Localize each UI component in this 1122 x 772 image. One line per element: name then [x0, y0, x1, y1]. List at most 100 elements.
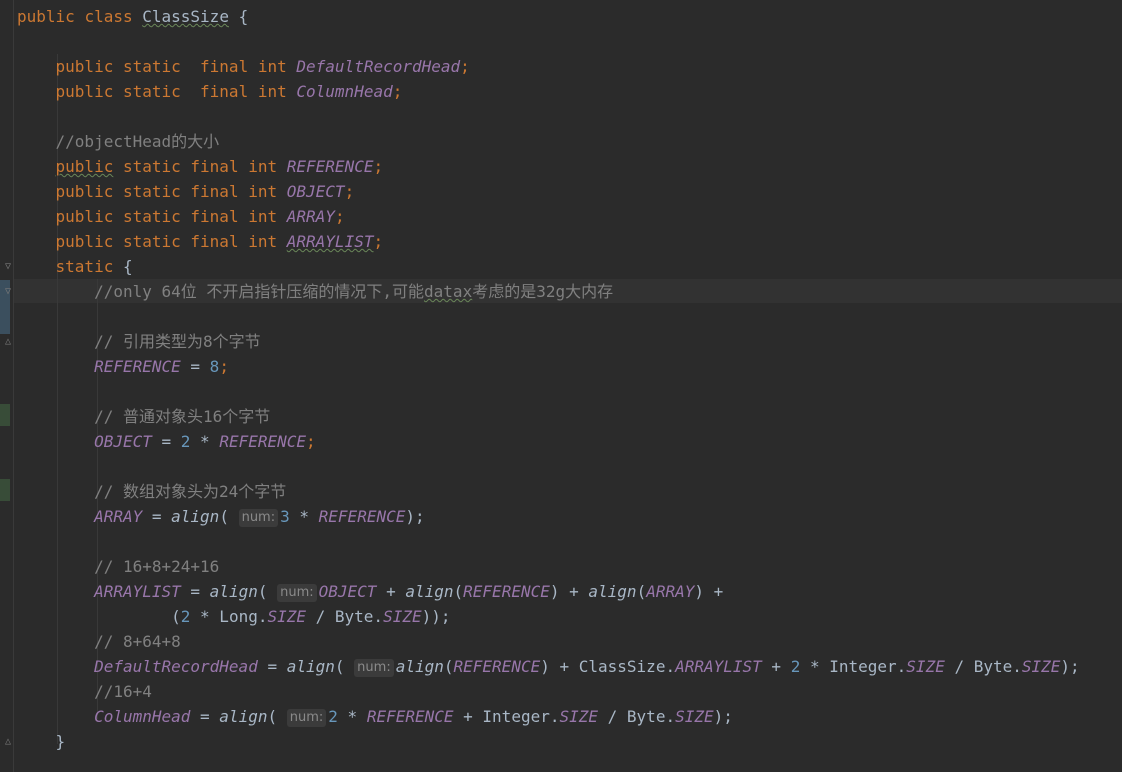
code-line[interactable]: // 普通对象头16个字节 [17, 404, 1080, 429]
code-token: final [190, 157, 239, 176]
code-token: ; [219, 357, 229, 376]
code-token: static [122, 82, 181, 101]
code-token: align [219, 707, 268, 726]
code-token: OBJECT [286, 182, 345, 201]
code-token: ); [1060, 657, 1080, 676]
code-line[interactable] [17, 454, 1080, 479]
fold-end-icon[interactable]: △ [5, 737, 15, 747]
code-token: ); [713, 707, 733, 726]
code-token: ) + ClassSize. [540, 657, 676, 676]
vcs-added-marker[interactable] [0, 404, 10, 426]
code-token: } [17, 732, 66, 751]
code-token: DefaultRecordHead [296, 57, 461, 76]
code-line[interactable]: public static final int ARRAYLIST; [17, 229, 1080, 254]
code-line[interactable]: //objectHead的大小 [17, 129, 1080, 154]
code-token: public [55, 207, 114, 226]
code-line[interactable]: // 数组对象头为24个字节 [17, 479, 1080, 504]
code-token: ARRAYLIST [675, 657, 762, 676]
code-line[interactable]: public static final int REFERENCE; [17, 154, 1080, 179]
code-line[interactable]: ColumnHead = align( num: 2 * REFERENCE + … [17, 704, 1080, 729]
code-token: int [248, 182, 278, 201]
code-line[interactable]: // 引用类型为8个字节 [17, 329, 1080, 354]
code-token: //only 64位 不开启指针压缩的情况下,可能 [94, 282, 425, 301]
code-token: public [55, 232, 114, 251]
code-token: ( [257, 582, 278, 601]
code-line[interactable]: public class ClassSize { [17, 4, 1080, 29]
code-area[interactable]: public class ClassSize { public static f… [17, 4, 1080, 754]
code-token: ; [344, 182, 355, 201]
code-line[interactable]: //16+4 [17, 679, 1080, 704]
vcs-added-marker[interactable] [0, 479, 10, 501]
editor-gutter[interactable] [0, 0, 14, 772]
code-token: 考虑的是32g大内存 [472, 282, 614, 301]
code-token: datax [424, 282, 473, 301]
code-line[interactable]: DefaultRecordHead = align( num: align(REF… [17, 654, 1080, 679]
code-token: * [190, 432, 220, 451]
code-line[interactable] [17, 304, 1080, 329]
code-line[interactable]: ARRAY = align( num: 3 * REFERENCE); [17, 504, 1080, 529]
code-line[interactable]: } [17, 729, 1080, 754]
code-token: / Byte. [306, 607, 384, 626]
code-line[interactable] [17, 104, 1080, 129]
fold-toggle-icon[interactable]: ▽ [5, 262, 15, 272]
code-line[interactable]: //only 64位 不开启指针压缩的情况下,可能datax考虑的是32g大内存 [17, 279, 1080, 304]
code-token: ( [219, 507, 239, 526]
code-line[interactable]: OBJECT = 2 * REFERENCE; [17, 429, 1080, 454]
code-token: ARRAYLIST [94, 582, 181, 601]
code-token: DefaultRecordHead [94, 657, 258, 676]
code-token: static [55, 257, 114, 276]
code-line[interactable] [17, 379, 1080, 404]
code-token: // 普通对象头16个字节 [94, 407, 271, 426]
code-token: ARRAY [646, 582, 695, 601]
gutter-divider [13, 0, 14, 772]
code-token: 2 [180, 607, 191, 626]
code-line[interactable]: public static final int DefaultRecordHea… [17, 54, 1080, 79]
code-token: 2 [328, 707, 338, 726]
fold-end-icon[interactable]: △ [5, 337, 15, 347]
code-token: //16+4 [94, 682, 152, 701]
parameter-hint: num: [277, 584, 317, 602]
code-token: align [395, 657, 444, 676]
code-line[interactable]: // 16+8+24+16 [17, 554, 1080, 579]
code-token: ; [334, 207, 345, 226]
code-token: = [142, 507, 172, 526]
code-token: 2 [790, 657, 801, 676]
code-token: align [209, 582, 258, 601]
code-token: int [257, 57, 287, 76]
code-token: static [122, 182, 181, 201]
code-token: align [286, 657, 335, 676]
code-line[interactable] [17, 529, 1080, 554]
code-line[interactable]: REFERENCE = 8; [17, 354, 1080, 379]
code-token: { [113, 257, 133, 276]
code-line[interactable] [17, 29, 1080, 54]
code-token: ARRAYLIST [286, 232, 374, 251]
code-line[interactable]: public static final int OBJECT; [17, 179, 1080, 204]
code-line[interactable]: // 8+64+8 [17, 629, 1080, 654]
parameter-hint: num: [238, 509, 279, 527]
code-token: static [122, 157, 181, 176]
code-line[interactable]: (2 * Long.SIZE / Byte.SIZE)); [17, 604, 1080, 629]
code-token: ColumnHead [296, 82, 393, 101]
code-token: static [122, 207, 181, 226]
code-line[interactable]: static { [17, 254, 1080, 279]
code-editor[interactable]: ▽ ▽ △ △ public class ClassSize { public … [0, 0, 1122, 772]
code-line[interactable]: public static final int ColumnHead; [17, 79, 1080, 104]
code-token: REFERENCE [318, 507, 406, 526]
code-line[interactable]: ARRAYLIST = align( num: OBJECT + align(RE… [17, 579, 1080, 604]
code-token: ; [306, 432, 316, 451]
code-line[interactable]: public static final int ARRAY; [17, 204, 1080, 229]
